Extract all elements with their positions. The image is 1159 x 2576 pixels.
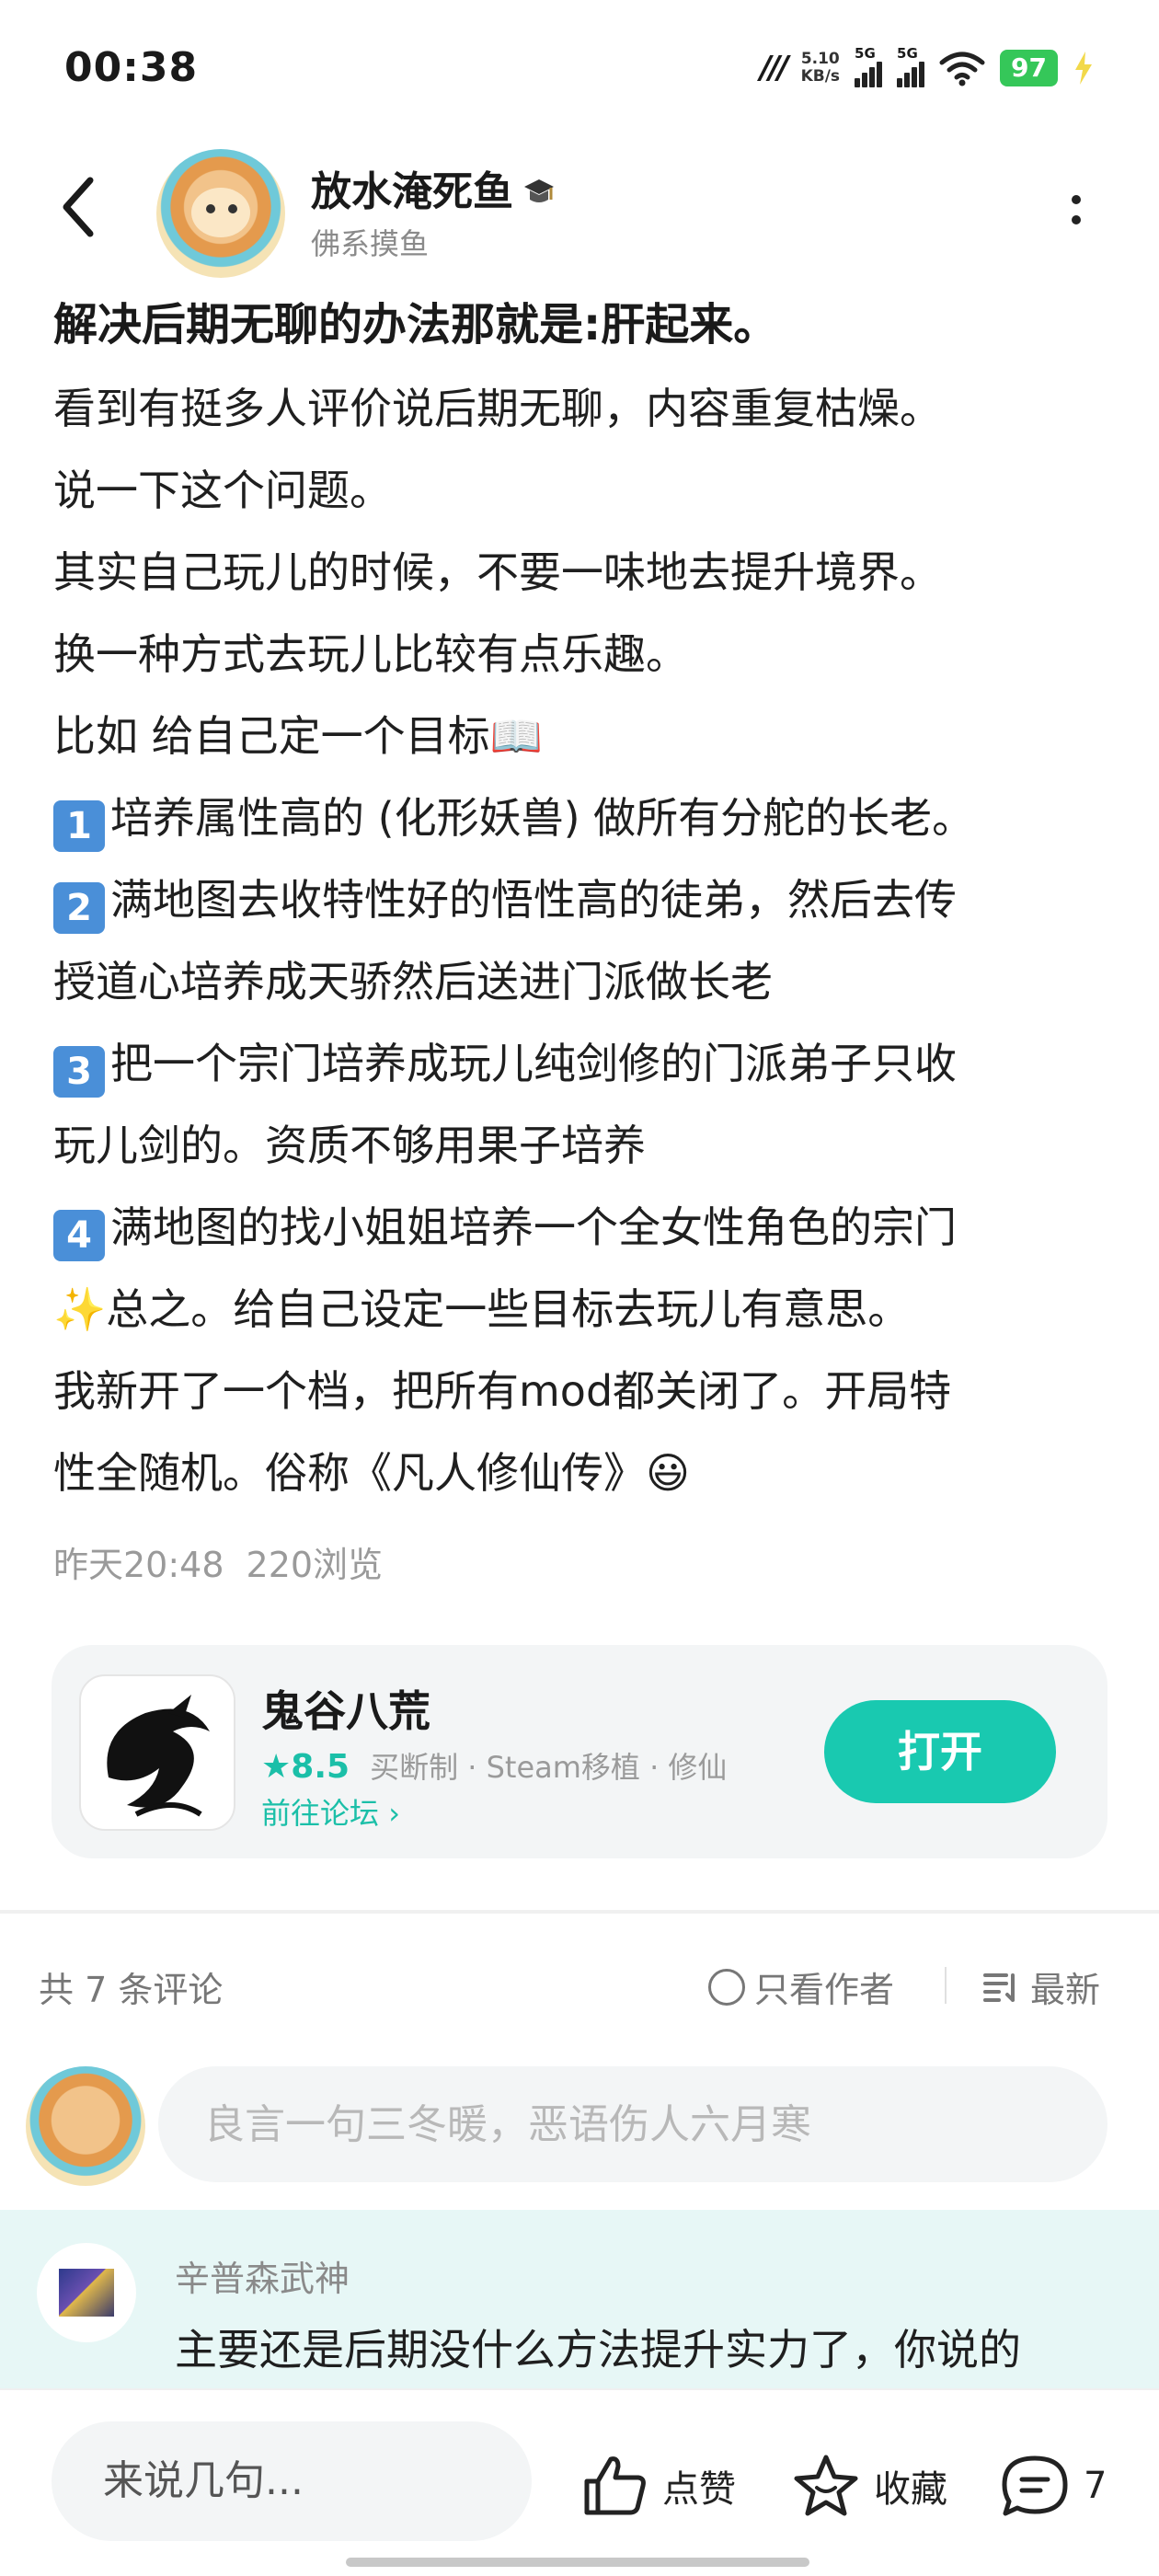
favorite-label[interactable]: 收藏	[874, 2459, 947, 2513]
only-author-toggle[interactable]: 只看作者	[708, 1961, 894, 2012]
post-item: 玩儿剑的。资质不够用果子培养	[53, 1105, 1111, 1187]
star-icon: ★	[261, 1748, 292, 1786]
comment-input[interactable]	[158, 2066, 1107, 2182]
net-speed-unit: KB/s	[800, 67, 841, 86]
like-button[interactable]: 点赞	[581, 2449, 736, 2523]
post-item: 3 把一个宗门培养成玩儿纯剑修的门派弟子只收	[53, 1023, 1111, 1105]
post-item-text: 玩儿剑的。资质不够用果子培养	[53, 1121, 646, 1170]
post-line: ✨总之。给自己设定一些目标去玩儿有意思。	[53, 1284, 911, 1334]
comment-count: 共 7 条评论	[39, 1970, 224, 2010]
radio-icon[interactable]	[708, 1968, 745, 2006]
post-line: 说一下这个问题。	[53, 466, 392, 515]
comment-bubble-icon	[1002, 2455, 1068, 2516]
keycap-2-icon: 2	[53, 882, 105, 934]
back-icon[interactable]	[57, 175, 103, 239]
graduation-cap-icon	[524, 179, 554, 202]
game-icon[interactable]	[79, 1674, 235, 1831]
post-line: 我新开了一个档，把所有mod都关闭了。开局特	[53, 1366, 952, 1416]
post-item: 2 满地图去收特性好的悟性高的徒弟，然后去传	[53, 859, 1111, 941]
keycap-3-icon: 3	[53, 1046, 105, 1098]
post-item-text: 培养属性高的 (化形妖兽) 做所有分舵的长老。	[110, 793, 975, 843]
commenter-avatar[interactable]	[37, 2243, 136, 2342]
sort-label[interactable]: 最新	[1030, 1961, 1100, 2012]
status-icons: /// 5.10 KB/s 5G 5G 97	[760, 42, 1095, 94]
author-name[interactable]: 放水淹死鱼	[311, 168, 513, 215]
commenter-name[interactable]: 辛普森武神	[175, 2250, 350, 2301]
status-bar: 00:38 /// 5.10 KB/s 5G 5G 97	[0, 0, 1159, 138]
author-name-row[interactable]: 放水淹死鱼	[311, 158, 557, 217]
post-line: 看到有挺多人评价说后期无聊，内容重复枯燥。	[53, 384, 942, 433]
home-indicator[interactable]	[346, 2558, 809, 2567]
chevron-right-icon: ›	[388, 1796, 400, 1831]
post-meta: 昨天20:48 220浏览	[53, 1536, 383, 1587]
post-item: 授道心培养成天骄然后送进门派做长老	[53, 941, 1111, 1023]
wifi-icon	[939, 52, 985, 86]
my-avatar	[26, 2066, 145, 2186]
author-avatar[interactable]	[156, 149, 285, 278]
net-speed: 5.10 KB/s	[801, 51, 840, 86]
game-score: ★8.5	[261, 1748, 350, 1786]
open-game-button[interactable]: 打开	[824, 1700, 1056, 1803]
post-title: 解决后期无聊的办法那就是:肝起来。	[53, 299, 778, 351]
post-item-text: 授道心培养成天骄然后送进门派做长老	[53, 957, 773, 1006]
comment-item[interactable]: 辛普森武神 主要还是后期没什么方法提升实力了，你说的	[0, 2210, 1159, 2394]
post-body: 看到有挺多人评价说后期无聊，内容重复枯燥。 说一下这个问题。 其实自己玩儿的时候…	[53, 368, 1111, 1514]
only-author-label[interactable]: 只看作者	[754, 1961, 894, 2012]
favorite-button[interactable]: 收藏	[791, 2449, 947, 2523]
sort-button[interactable]: 最新	[982, 1961, 1100, 2012]
signal-icon-2: 5G	[897, 45, 925, 87]
game-name[interactable]: 鬼谷八荒	[261, 1678, 430, 1739]
thumbs-up-icon	[584, 2456, 646, 2515]
post-line: 其实自己玩儿的时候，不要一味地去提升境界。	[53, 547, 942, 597]
post-line: 换一种方式去玩儿比较有点乐趣。	[53, 629, 688, 679]
comment-count-badge[interactable]: 7	[1084, 2465, 1107, 2507]
sim2-label: 5G	[897, 45, 918, 62]
net-speed-value: 5.10	[800, 50, 840, 68]
forum-link-label[interactable]: 前往论坛	[261, 1796, 379, 1831]
signal-icon: 5G	[855, 45, 883, 87]
battery-level: 97	[1000, 50, 1058, 86]
post-line: 性全随机。俗称《凡人修仙传》😃	[53, 1448, 690, 1498]
miui-icon: ///	[760, 50, 788, 86]
game-tags: 买断制 · Steam移植 · 修仙	[370, 1750, 728, 1785]
post-views: 220浏览	[246, 1545, 384, 1585]
game-score-value: 8.5	[291, 1748, 350, 1786]
post-item: 1 培养属性高的 (化形妖兽) 做所有分舵的长老。	[53, 777, 1111, 859]
author-subtitle: 佛系摸鱼	[311, 226, 430, 261]
comments-button[interactable]: 7	[999, 2449, 1107, 2523]
sim1-label: 5G	[855, 45, 876, 62]
divider	[945, 1967, 947, 2004]
bottom-bar: 点赞 收藏 7	[0, 2388, 1159, 2576]
post-item-text: 满地图的找小姐姐培养一个全女性角色的宗门	[110, 1202, 957, 1252]
keycap-4-icon: 4	[53, 1210, 105, 1261]
game-info: ★8.5 买断制 · Steam移植 · 修仙	[261, 1744, 727, 1787]
quick-comment-input[interactable]	[52, 2421, 532, 2541]
game-card[interactable]: 鬼谷八荒 ★8.5 买断制 · Steam移植 · 修仙 前往论坛 › 打开	[52, 1645, 1107, 1858]
forum-link[interactable]: 前往论坛 ›	[261, 1790, 400, 1833]
post-item-text: 把一个宗门培养成玩儿纯剑修的门派弟子只收	[110, 1039, 957, 1088]
more-options-icon[interactable]	[1067, 191, 1085, 234]
comment-text: 主要还是后期没什么方法提升实力了，你说的	[175, 2325, 1021, 2375]
divider	[0, 1910, 1159, 1914]
sort-icon	[983, 1972, 1015, 2002]
like-label[interactable]: 点赞	[662, 2459, 736, 2513]
post-line: 比如 给自己定一个目标📖	[53, 711, 543, 761]
post-time: 昨天20:48	[53, 1545, 224, 1585]
keycap-1-icon: 1	[53, 800, 105, 852]
charging-icon	[1075, 52, 1092, 85]
star-outline-icon	[794, 2455, 858, 2516]
post-item: 4 满地图的找小姐姐培养一个全女性角色的宗门	[53, 1187, 1111, 1269]
post-item-text: 满地图去收特性好的悟性高的徒弟，然后去传	[110, 875, 957, 925]
clock: 00:38	[64, 44, 199, 91]
